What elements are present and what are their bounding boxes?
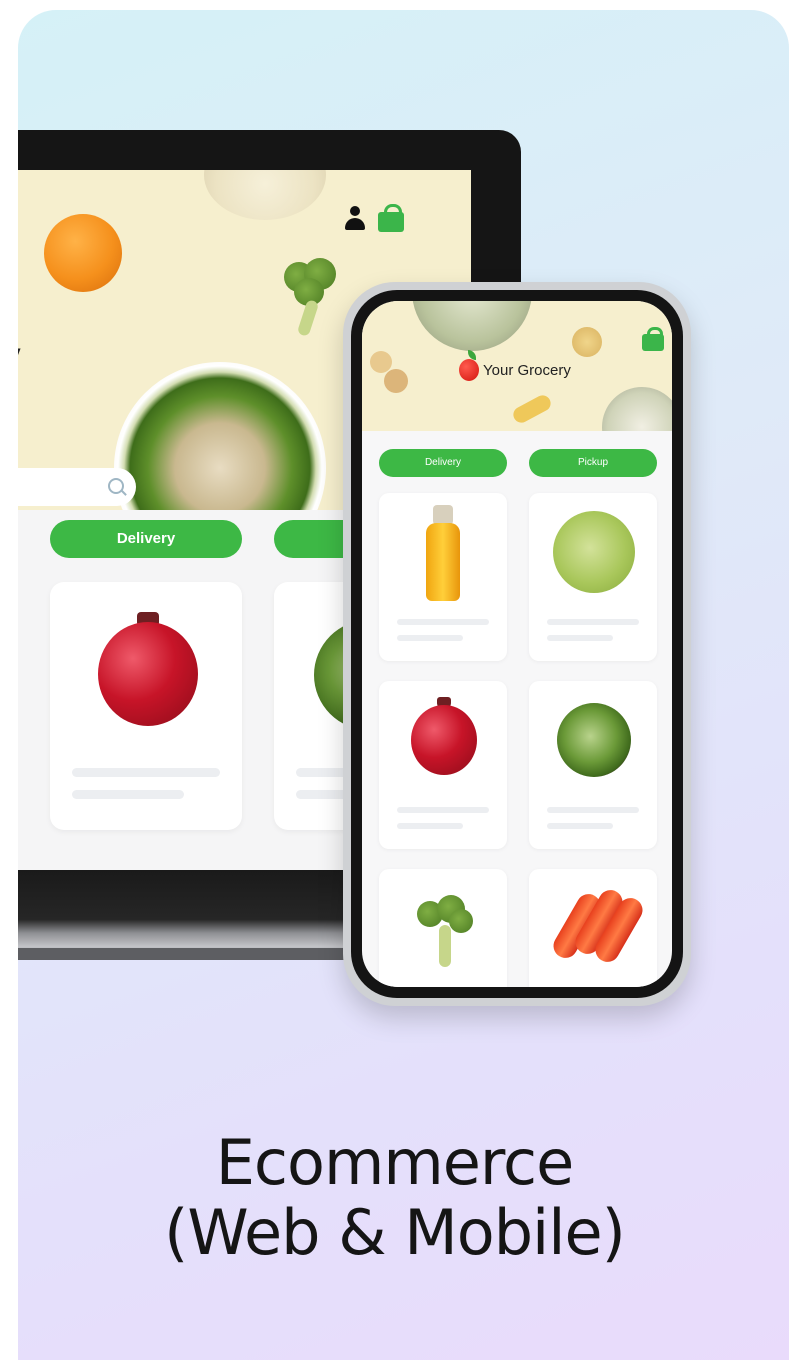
product-price-placeholder — [397, 823, 463, 829]
product-name-placeholder — [397, 807, 489, 813]
product-card[interactable] — [529, 493, 657, 661]
title-line-2: (Web & Mobile) — [164, 1196, 626, 1269]
delivery-button[interactable]: Delivery — [50, 520, 242, 558]
shopping-bag-icon[interactable] — [378, 204, 404, 232]
dip-bowl-image — [204, 170, 326, 220]
delivery-button[interactable]: Delivery — [379, 449, 507, 477]
pomegranate-image — [411, 705, 477, 775]
egg-image — [572, 327, 602, 357]
page-title: Ecommerce (Web & Mobile) — [0, 1128, 789, 1268]
product-card[interactable] — [379, 493, 507, 661]
search-input[interactable] — [18, 468, 136, 506]
product-price-placeholder — [397, 635, 463, 641]
search-icon[interactable] — [108, 478, 124, 494]
broccoli-image — [415, 895, 477, 975]
product-card[interactable] — [529, 681, 657, 849]
laptop-base — [18, 870, 348, 960]
product-name-placeholder — [547, 619, 639, 625]
nut-image — [370, 351, 392, 373]
apple-logo-icon — [459, 359, 479, 381]
brand-name: Your Grocery — [483, 362, 571, 379]
orange-image — [44, 214, 122, 292]
green-smoothie-image — [553, 511, 635, 593]
bowl-image — [412, 301, 532, 351]
user-icon[interactable] — [343, 206, 367, 232]
bottle-image — [510, 392, 554, 426]
pomegranate-image — [98, 622, 198, 726]
juice-bottle-image — [426, 523, 460, 601]
product-name-placeholder — [72, 768, 220, 777]
product-name-placeholder — [547, 807, 639, 813]
phone-bezel: Your Grocery Delivery Pickup — [351, 290, 683, 998]
product-card[interactable] — [379, 869, 507, 987]
broccoli-image — [278, 258, 340, 340]
salad-bowl-image — [602, 387, 672, 431]
phone-screen: Your Grocery Delivery Pickup — [362, 301, 672, 987]
product-card[interactable] — [529, 869, 657, 987]
product-price-placeholder — [72, 790, 184, 799]
salad-bowl-image — [557, 703, 631, 777]
pickup-button[interactable]: Pickup — [529, 449, 657, 477]
shopping-bag-icon[interactable] — [642, 327, 664, 351]
product-price-placeholder — [547, 823, 613, 829]
product-card[interactable] — [50, 582, 242, 830]
juice-cap — [433, 505, 453, 525]
product-price-placeholder — [547, 635, 613, 641]
product-name-placeholder — [397, 619, 489, 625]
title-line-1: Ecommerce — [215, 1126, 575, 1199]
product-card[interactable] — [379, 681, 507, 849]
hero-title-fragment: ery — [18, 338, 21, 372]
phone-mockup: Your Grocery Delivery Pickup — [343, 282, 691, 1006]
phone-header: Your Grocery — [362, 301, 672, 431]
nut-image — [384, 369, 408, 393]
